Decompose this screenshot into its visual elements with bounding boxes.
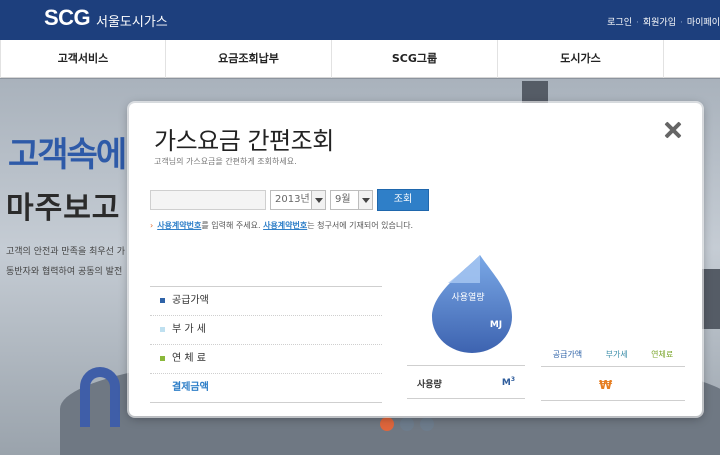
top-links: 로그인 · 회원가입 · 마이페이: [603, 15, 720, 28]
top-header: SCG 서울도시가스 로그인 · 회원가입 · 마이페이: [0, 0, 720, 40]
gas-pipe-graphic: [80, 367, 120, 427]
query-button[interactable]: 조회: [377, 189, 429, 211]
hero-description: 고객의 안전과 만족을 최우선 가 동반자와 협력하여 공동의 발전: [6, 242, 130, 282]
year-select[interactable]: 2013년: [270, 190, 326, 210]
bullet-icon: [160, 327, 165, 332]
legend-supply: 공급가액: [552, 350, 583, 359]
chevron-down-icon: [358, 191, 372, 209]
mypage-link[interactable]: 마이페이: [687, 18, 720, 28]
hero-slogan-sub: 마주보고: [6, 191, 121, 226]
legend-vat: 부가세: [605, 350, 628, 359]
legend-late-fee: 연체료: [651, 350, 674, 359]
notice-text: › 사용계약번호를 입력해 주세요. 사용계약번호는 청구서에 기재되어 있습니다…: [150, 220, 413, 231]
fee-legend: 공급가액 부가세 연체료: [541, 349, 685, 367]
bullet-icon: [160, 356, 165, 361]
year-select-value: 2013년: [275, 194, 310, 205]
usage-unit: M3: [502, 376, 515, 388]
fee-row-total: 결제금액: [150, 374, 382, 403]
bullet-icon: [160, 298, 165, 303]
notice-text-part: 는 청구서에 기재되어 있습니다.: [307, 221, 414, 230]
arrow-right-icon: ›: [150, 221, 154, 230]
fee-breakdown-list: 공급가액 부 가 세 연 체 료 결제금액: [150, 286, 382, 403]
fee-row-supply: 공급가액: [150, 287, 382, 316]
hero-text-line: 고객의 안전과 만족을 최우선 가: [6, 247, 126, 257]
hero-text-line: 동반자와 협력하여 공동의 발전: [6, 267, 123, 277]
contract-number-input[interactable]: [150, 190, 266, 210]
contract-number-link[interactable]: 사용계약번호: [157, 221, 201, 230]
won-currency-icon: ₩: [599, 378, 613, 392]
building-graphic: [700, 269, 720, 329]
fee-row-late-fee: 연 체 료: [150, 345, 382, 374]
gas-drop-icon: 사용열량 MJ: [432, 255, 512, 353]
total-amount-bar: ₩: [541, 373, 685, 401]
contract-number-link[interactable]: 사용계약번호: [263, 221, 307, 230]
usage-unit-exp: 3: [510, 376, 515, 383]
slide-dot[interactable]: [420, 417, 434, 431]
hero-slogan: 고객속에: [8, 135, 127, 175]
nav-scg-group[interactable]: SCG그룹: [332, 40, 498, 78]
modal-title: 가스요금 간편조회: [154, 127, 334, 155]
fee-label: 부 가 세: [172, 324, 206, 335]
main-nav: 고객서비스 요금조회납부 SCG그룹 도시가스: [0, 40, 720, 78]
brand-logo[interactable]: SCG: [44, 5, 91, 31]
fee-label: 연 체 료: [172, 353, 206, 364]
close-icon[interactable]: [664, 121, 682, 139]
gas-fee-lookup-modal: 가스요금 간편조회 고객님의 가스요금을 간편하게 조회하세요. 2013년 9…: [129, 103, 702, 416]
fee-label: 공급가액: [172, 295, 209, 306]
nav-city-gas[interactable]: 도시가스: [498, 40, 664, 78]
total-label: 결제금액: [172, 382, 209, 393]
month-select-value: 9월: [335, 194, 351, 205]
usage-label: 사용량: [417, 380, 442, 390]
slide-indicator: [380, 417, 434, 431]
login-link[interactable]: 로그인: [607, 18, 632, 28]
nav-billing[interactable]: 요금조회납부: [166, 40, 332, 78]
usage-summary: 사용량 M3: [407, 365, 525, 399]
link-divider: ·: [636, 18, 639, 28]
notice-text-part: 를 입력해 주세요.: [201, 221, 261, 230]
drop-label: 사용열량: [451, 291, 484, 303]
slide-dot[interactable]: [380, 417, 394, 431]
drop-unit: MJ: [490, 320, 502, 330]
chevron-down-icon: [311, 191, 325, 209]
nav-customer-service[interactable]: 고객서비스: [0, 40, 166, 78]
signup-link[interactable]: 회원가입: [643, 18, 676, 28]
slide-dot[interactable]: [400, 417, 414, 431]
fee-row-vat: 부 가 세: [150, 316, 382, 345]
modal-subtitle: 고객님의 가스요금을 간편하게 조회하세요.: [154, 157, 297, 166]
link-divider: ·: [680, 18, 683, 28]
brand-name[interactable]: 서울도시가스: [96, 11, 168, 30]
usage-unit-base: M: [501, 378, 511, 388]
month-select[interactable]: 9월: [330, 190, 373, 210]
